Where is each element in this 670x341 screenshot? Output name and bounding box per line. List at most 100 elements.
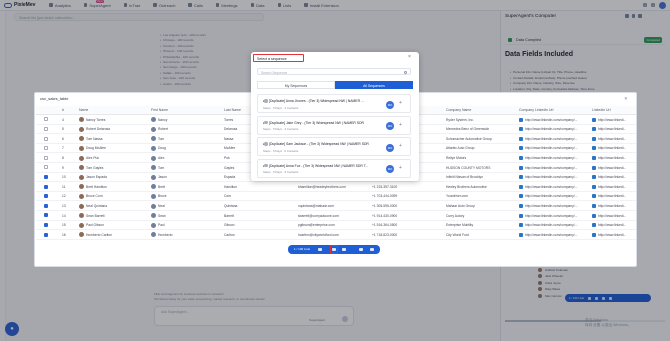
linkedin-icon[interactable]: [592, 136, 596, 141]
tab-my-sequences[interactable]: My Sequences: [257, 81, 335, 89]
linkedin-icon[interactable]: [592, 213, 596, 218]
table-row[interactable]: 16 Humberto Carlton Humberto Carlton hcarlto…: [36, 230, 636, 240]
cell-company-linkedin[interactable]: http://www.linkedin.com/company/...: [525, 214, 577, 218]
linkedin-icon[interactable]: [592, 232, 596, 237]
close-icon[interactable]: ✕: [624, 96, 628, 102]
linkedin-icon[interactable]: [592, 155, 596, 160]
linkedin-icon[interactable]: [592, 165, 596, 170]
linkedin-icon[interactable]: [519, 223, 523, 228]
row-checkbox[interactable]: [44, 136, 48, 141]
cell-linkedin[interactable]: http://www.linkedi...: [598, 175, 626, 179]
cell-linkedin[interactable]: http://www.linkedi...: [598, 118, 626, 122]
row-checkbox[interactable]: [44, 184, 48, 189]
row-checkbox[interactable]: [44, 174, 48, 179]
column-header-7[interactable]: Company Linkedin Url: [519, 108, 553, 112]
row-checkbox[interactable]: [44, 126, 48, 131]
linkedin-icon[interactable]: [592, 203, 596, 208]
avatar: [151, 126, 156, 132]
close-icon[interactable]: ×: [408, 54, 411, 60]
linkedin-icon[interactable]: [519, 136, 523, 141]
add-sequence-button[interactable]: +: [399, 122, 402, 128]
table-row[interactable]: 11 Brett Hamilton Brett Hamilton bhamilton@h…: [36, 182, 636, 192]
cell-linkedin[interactable]: http://www.linkedi...: [598, 146, 626, 150]
sequence-item[interactable]: ▸[Duplicate] Anna Jhones - (Tier 3) Wide…: [257, 94, 411, 113]
cell-linkedin[interactable]: http://www.linkedi...: [598, 223, 626, 227]
cell-company-linkedin[interactable]: http://www.linkedin.com/company/...: [525, 137, 577, 141]
sequence-item[interactable]: ▸[Duplicate] Anna Fox - (Tier 3) Widespr…: [257, 158, 411, 178]
cell-company-linkedin[interactable]: http://www.linkedin.com/company/...: [525, 194, 577, 198]
modal-title: Select a sequence: [253, 54, 304, 62]
cell-company-linkedin[interactable]: http://www.linkedin.com/company/...: [525, 233, 577, 237]
cell-company-linkedin[interactable]: http://www.linkedin.com/company/...: [525, 118, 577, 122]
cell-company-linkedin[interactable]: http://www.linkedin.com/company/...: [525, 204, 577, 208]
table-row[interactable]: 15 Paul Gibson Paul Gibson pgibson@enterpris…: [36, 221, 636, 231]
linkedin-icon[interactable]: [519, 127, 523, 132]
linkedin-icon[interactable]: [592, 175, 596, 180]
table-row[interactable]: 14 Sean Barrett Sean Barrett sbarrett@currya…: [36, 211, 636, 221]
cell-linkedin[interactable]: http://www.linkedi...: [598, 233, 626, 237]
cell-linkedin[interactable]: http://www.linkedi...: [598, 156, 626, 160]
sequence-search-input[interactable]: Search Sequence: [257, 68, 411, 75]
column-header-6[interactable]: Company Name: [446, 108, 471, 112]
cell-company-linkedin[interactable]: http://www.linkedin.com/company/...: [525, 127, 577, 131]
add-sequence-button[interactable]: +: [399, 100, 402, 106]
sequence-item[interactable]: ▸[Duplicate] Jake Grey - (Tier 3) Widesp…: [257, 115, 411, 135]
column-header-2[interactable]: First Name: [151, 108, 168, 112]
column-header-8[interactable]: Linkedin Url: [592, 108, 610, 112]
edit-icon[interactable]: [342, 247, 346, 252]
linkedin-icon[interactable]: [519, 117, 523, 122]
linkedin-icon[interactable]: [519, 203, 523, 208]
cell-company-linkedin[interactable]: http://www.linkedin.com/company/...: [525, 223, 577, 227]
cell-company-linkedin[interactable]: http://www.linkedin.com/company/...: [525, 175, 577, 179]
column-header-3[interactable]: Last Name: [224, 108, 241, 112]
cell-linkedin[interactable]: http://www.linkedi...: [598, 204, 626, 208]
column-header-0[interactable]: #: [62, 108, 64, 112]
linkedin-icon[interactable]: [519, 213, 523, 218]
delete-icon[interactable]: [370, 247, 374, 252]
sequence-item[interactable]: ▸[Duplicate] Sam Jackson - (Tier 3) Wide…: [257, 137, 411, 156]
cell-company-linkedin[interactable]: http://www.linkedin.com/company/...: [525, 166, 577, 170]
table-row[interactable]: 13 Neal Quintana Neal Quintana nquintana@mah…: [36, 201, 636, 211]
cell-company-linkedin[interactable]: http://www.linkedin.com/company/...: [525, 156, 577, 160]
linkedin-icon[interactable]: [592, 127, 596, 132]
cell-phone: +1 305-595-0000: [372, 203, 398, 208]
add-sequence-button[interactable]: +: [399, 143, 402, 149]
cell-linkedin[interactable]: http://www.linkedi...: [598, 194, 626, 198]
linkedin-icon[interactable]: [519, 184, 523, 189]
linkedin-icon[interactable]: [592, 194, 596, 199]
column-header-1[interactable]: Name: [79, 108, 88, 112]
cell-phone: +1 215-357-3100: [372, 184, 398, 189]
row-checkbox[interactable]: [44, 194, 48, 199]
linkedin-icon[interactable]: [592, 184, 596, 189]
table-row[interactable]: 12 Bruce Corn Bruce Corn +1 703-444-0099 Your…: [36, 192, 636, 202]
cell-company-linkedin[interactable]: http://www.linkedin.com/company/...: [525, 185, 577, 189]
row-checkbox[interactable]: [44, 117, 48, 122]
row-checkbox[interactable]: [44, 165, 48, 170]
row-checkbox[interactable]: [44, 213, 48, 218]
linkedin-icon[interactable]: [592, 117, 596, 122]
cell-linkedin[interactable]: http://www.linkedi...: [598, 127, 626, 131]
linkedin-icon[interactable]: [519, 194, 523, 199]
row-checkbox[interactable]: [44, 203, 48, 208]
cell-linkedin[interactable]: http://www.linkedi...: [598, 214, 626, 218]
add-sequence-button[interactable]: +: [399, 165, 402, 171]
linkedin-icon[interactable]: [592, 146, 596, 151]
linkedin-icon[interactable]: [519, 232, 523, 237]
linkedin-icon[interactable]: [519, 165, 523, 170]
cell-linkedin[interactable]: http://www.linkedi...: [598, 185, 626, 189]
linkedin-icon[interactable]: [519, 175, 523, 180]
linkedin-icon[interactable]: [592, 223, 596, 228]
cell-phone: +1 703-444-0099: [372, 194, 398, 199]
row-checkbox[interactable]: [44, 222, 48, 227]
cell-linkedin[interactable]: http://www.linkedi...: [598, 137, 626, 141]
cell-linkedin[interactable]: http://www.linkedi...: [598, 166, 626, 170]
row-checkbox[interactable]: [44, 146, 48, 151]
row-checkbox[interactable]: [44, 232, 48, 237]
cell-company-linkedin[interactable]: http://www.linkedin.com/company/...: [525, 146, 577, 150]
filter-icon[interactable]: [318, 247, 322, 252]
linkedin-icon[interactable]: [519, 155, 523, 160]
linkedin-icon[interactable]: [519, 146, 523, 151]
download-icon[interactable]: [359, 247, 363, 252]
tab-all-sequences[interactable]: All Sequences: [335, 81, 413, 89]
row-checkbox[interactable]: [44, 155, 48, 160]
